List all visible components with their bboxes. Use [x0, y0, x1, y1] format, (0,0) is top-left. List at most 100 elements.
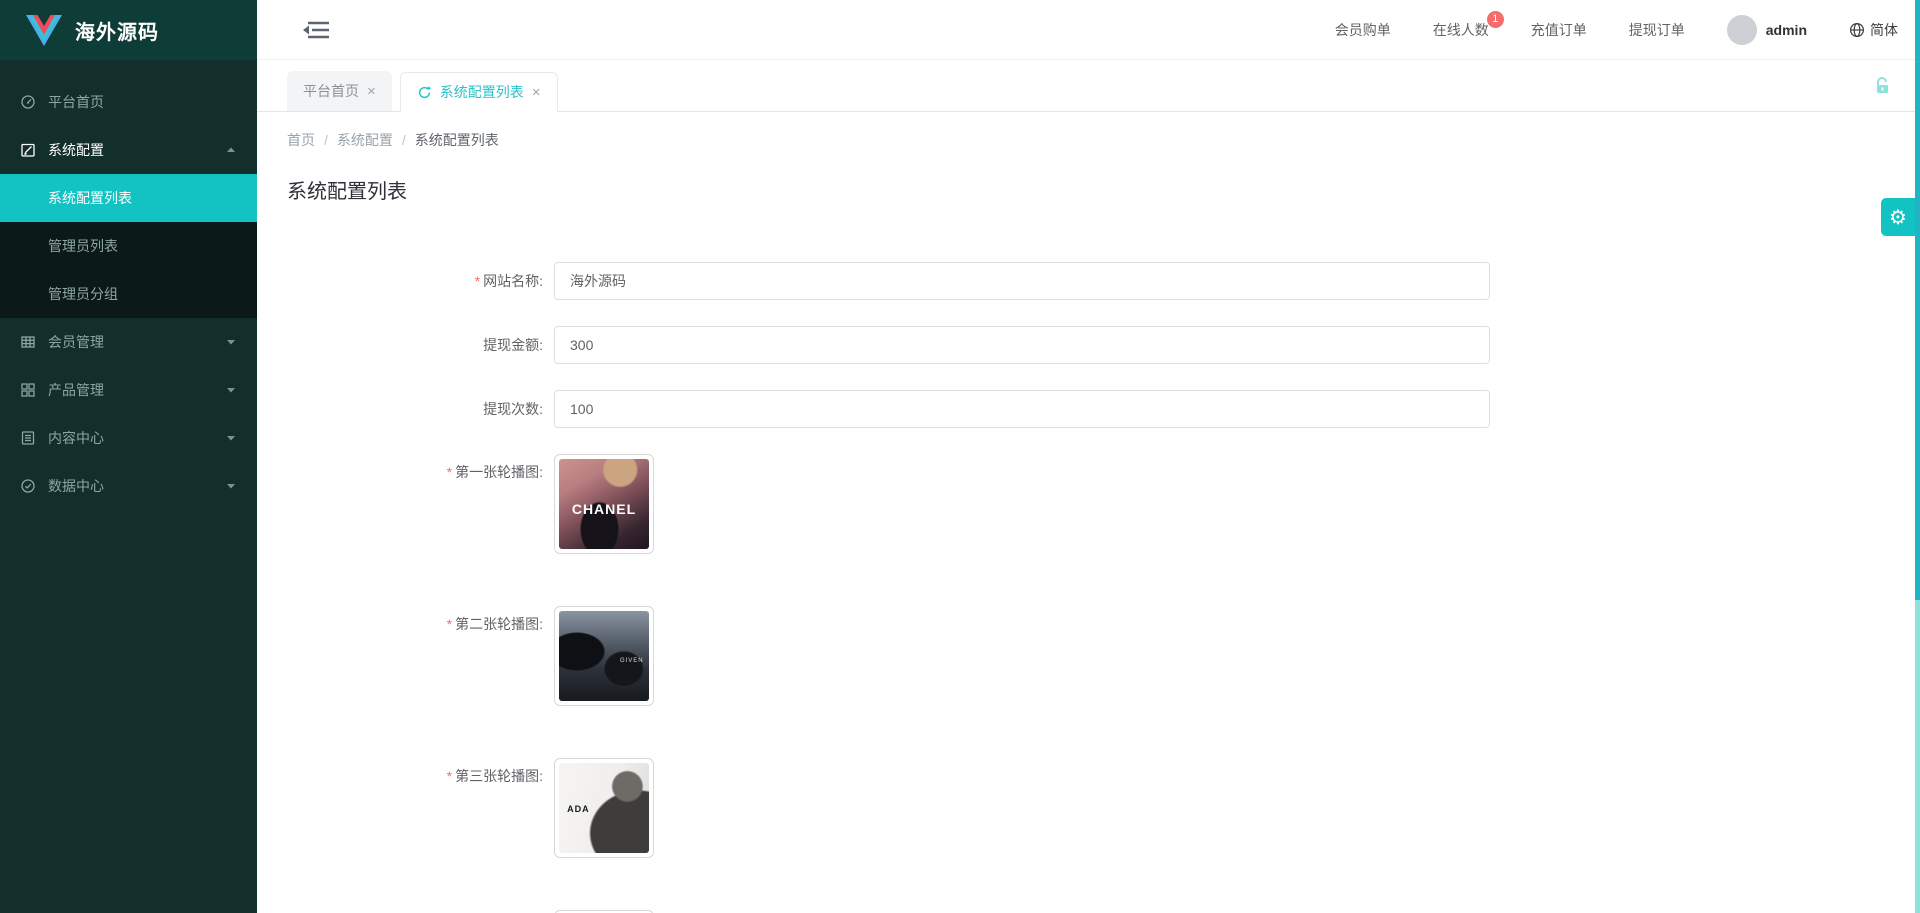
tab-close-icon[interactable]: ×	[532, 85, 541, 100]
sidebar-item[interactable]: 产品管理	[0, 366, 257, 414]
sidebar-subitem-label: 系统配置列表	[48, 190, 132, 206]
sidebar-item[interactable]: 平台首页	[0, 78, 257, 126]
language-label: 简体	[1870, 20, 1898, 40]
username: admin	[1766, 22, 1807, 38]
config-form: *网站名称: 提现金额: 提现次数: *第一张轮播图:	[287, 262, 1890, 913]
tab-close-icon[interactable]: ×	[367, 84, 376, 99]
carousel-image-text: CHANEL	[572, 501, 636, 517]
breadcrumb-item: 系统配置列表	[415, 130, 499, 150]
logo-v-icon	[26, 15, 62, 46]
sidebar: 海外源码 平台首页 系统配置 系统配置列表 管理员列表 管理员分组 会员管理 产…	[0, 0, 257, 913]
logo-title: 海外源码	[75, 16, 159, 45]
page-title: 系统配置列表	[287, 175, 1890, 204]
carousel-image-text: ADA	[567, 804, 590, 814]
carousel-image-text: GIVEN	[620, 658, 644, 664]
table-icon	[20, 334, 36, 350]
required-asterisk: *	[475, 273, 480, 289]
avatar	[1727, 15, 1757, 45]
sidebar-item[interactable]: 数据中心	[0, 462, 257, 510]
breadcrumb: 首页 / 系统配置 / 系统配置列表	[287, 130, 1890, 150]
sidebar-item[interactable]: 会员管理	[0, 318, 257, 366]
sidebar-subitem[interactable]: 系统配置列表	[0, 174, 257, 222]
sidebar-item-label: 系统配置	[48, 140, 225, 160]
tab[interactable]: 系统配置列表 ×	[400, 72, 558, 112]
app-logo[interactable]: 海外源码	[0, 0, 257, 60]
chevron-down-icon	[225, 432, 237, 444]
document-icon	[20, 430, 36, 446]
sidebar-fold-icon[interactable]	[302, 19, 330, 41]
topbar-link[interactable]: 会员购单	[1335, 20, 1391, 40]
sidebar-subitem-label: 管理员列表	[48, 238, 118, 254]
chevron-up-icon	[225, 144, 237, 156]
form-row: *网站名称:	[287, 262, 1890, 300]
form-field-label: *第二张轮播图:	[287, 606, 543, 634]
carousel-image-thumbnail[interactable]: ADA	[554, 758, 654, 858]
page-scrollbar	[1915, 0, 1920, 913]
sidebar-item-label: 产品管理	[48, 380, 225, 400]
sidebar-item[interactable]: 内容中心	[0, 414, 257, 462]
form-field-label: *网站名称:	[287, 262, 543, 300]
form-row: 提现次数:	[287, 390, 1890, 428]
check-circle-icon	[20, 478, 36, 494]
sidebar-subitem[interactable]: 管理员列表	[0, 222, 257, 270]
topbar-link[interactable]: 在线人数 1	[1433, 20, 1489, 40]
tab[interactable]: 平台首页 ×	[287, 71, 392, 111]
tab-label: 系统配置列表	[440, 82, 524, 102]
topbar-links: 会员购单 在线人数 1 充值订单 提现订单	[1335, 20, 1685, 40]
form-text-input[interactable]	[554, 262, 1490, 300]
breadcrumb-item[interactable]: 首页	[287, 130, 315, 150]
globe-icon	[1849, 22, 1865, 38]
topbar: 会员购单 在线人数 1 充值订单 提现订单 admin 简体	[257, 0, 1920, 60]
sidebar-submenu: 系统配置列表 管理员列表 管理员分组	[0, 174, 257, 318]
online-count-badge: 1	[1487, 11, 1504, 28]
form-row: *第二张轮播图: GIVEN	[287, 606, 1890, 706]
tabs-holder: 平台首页 × 系统配置列表 ×	[287, 71, 566, 111]
breadcrumb-separator: /	[402, 132, 406, 148]
language-switcher[interactable]: 简体	[1849, 20, 1898, 40]
sidebar-item-label: 会员管理	[48, 332, 225, 352]
form-text-input[interactable]	[554, 326, 1490, 364]
sidebar-subitem[interactable]: 管理员分组	[0, 270, 257, 318]
unlock-icon[interactable]	[1870, 74, 1894, 98]
form-row: *第一张轮播图: CHANEL	[287, 454, 1890, 554]
sidebar-item-label: 数据中心	[48, 476, 225, 496]
topbar-link[interactable]: 提现订单	[1629, 20, 1685, 40]
sidebar-item-label: 内容中心	[48, 428, 225, 448]
required-asterisk: *	[447, 616, 452, 632]
chevron-down-icon	[225, 336, 237, 348]
dashboard-icon	[20, 94, 36, 110]
form-row: 提现金额:	[287, 326, 1890, 364]
form-field-label: 提现金额:	[287, 326, 543, 364]
settings-drawer-button[interactable]: ⚙	[1881, 198, 1915, 236]
breadcrumb-separator: /	[324, 132, 328, 148]
carousel-image: GIVEN	[559, 611, 649, 701]
chevron-down-icon	[225, 480, 237, 492]
carousel-image-thumbnail[interactable]: CHANEL	[554, 454, 654, 554]
chevron-down-icon	[225, 384, 237, 396]
form-text-input[interactable]	[554, 390, 1490, 428]
topbar-right: 会员购单 在线人数 1 充值订单 提现订单 admin 简体	[1335, 15, 1898, 45]
form-field-label: *第三张轮播图:	[287, 758, 543, 786]
form-field-label: 提现次数:	[287, 390, 543, 428]
required-asterisk: *	[447, 768, 452, 784]
carousel-image: CHANEL	[559, 459, 649, 549]
grid-icon	[20, 382, 36, 398]
scrollbar-thumb[interactable]	[1915, 0, 1920, 600]
sidebar-nav: 平台首页 系统配置 系统配置列表 管理员列表 管理员分组 会员管理 产品管理 内…	[0, 60, 257, 510]
tabs-bar: 平台首页 × 系统配置列表 ×	[257, 60, 1920, 112]
form-row: *第三张轮播图: ADA	[287, 758, 1890, 858]
carousel-image-thumbnail[interactable]: GIVEN	[554, 606, 654, 706]
sidebar-subitem-label: 管理员分组	[48, 286, 118, 302]
breadcrumb-item[interactable]: 系统配置	[337, 130, 393, 150]
gear-icon: ⚙	[1889, 205, 1907, 229]
topbar-link[interactable]: 充值订单	[1531, 20, 1587, 40]
carousel-image: ADA	[559, 763, 649, 853]
sidebar-item-label: 平台首页	[48, 92, 237, 112]
form-field-label: *第一张轮播图:	[287, 454, 543, 482]
sidebar-item[interactable]: 系统配置	[0, 126, 257, 174]
content-area: 首页 / 系统配置 / 系统配置列表 系统配置列表 *网站名称: 提现金额: 提现次数:…	[257, 112, 1920, 913]
user-menu[interactable]: admin	[1727, 15, 1807, 45]
app-root: 海外源码 平台首页 系统配置 系统配置列表 管理员列表 管理员分组 会员管理 产…	[0, 0, 1920, 913]
tab-label: 平台首页	[303, 81, 359, 101]
refresh-icon[interactable]	[417, 85, 432, 100]
